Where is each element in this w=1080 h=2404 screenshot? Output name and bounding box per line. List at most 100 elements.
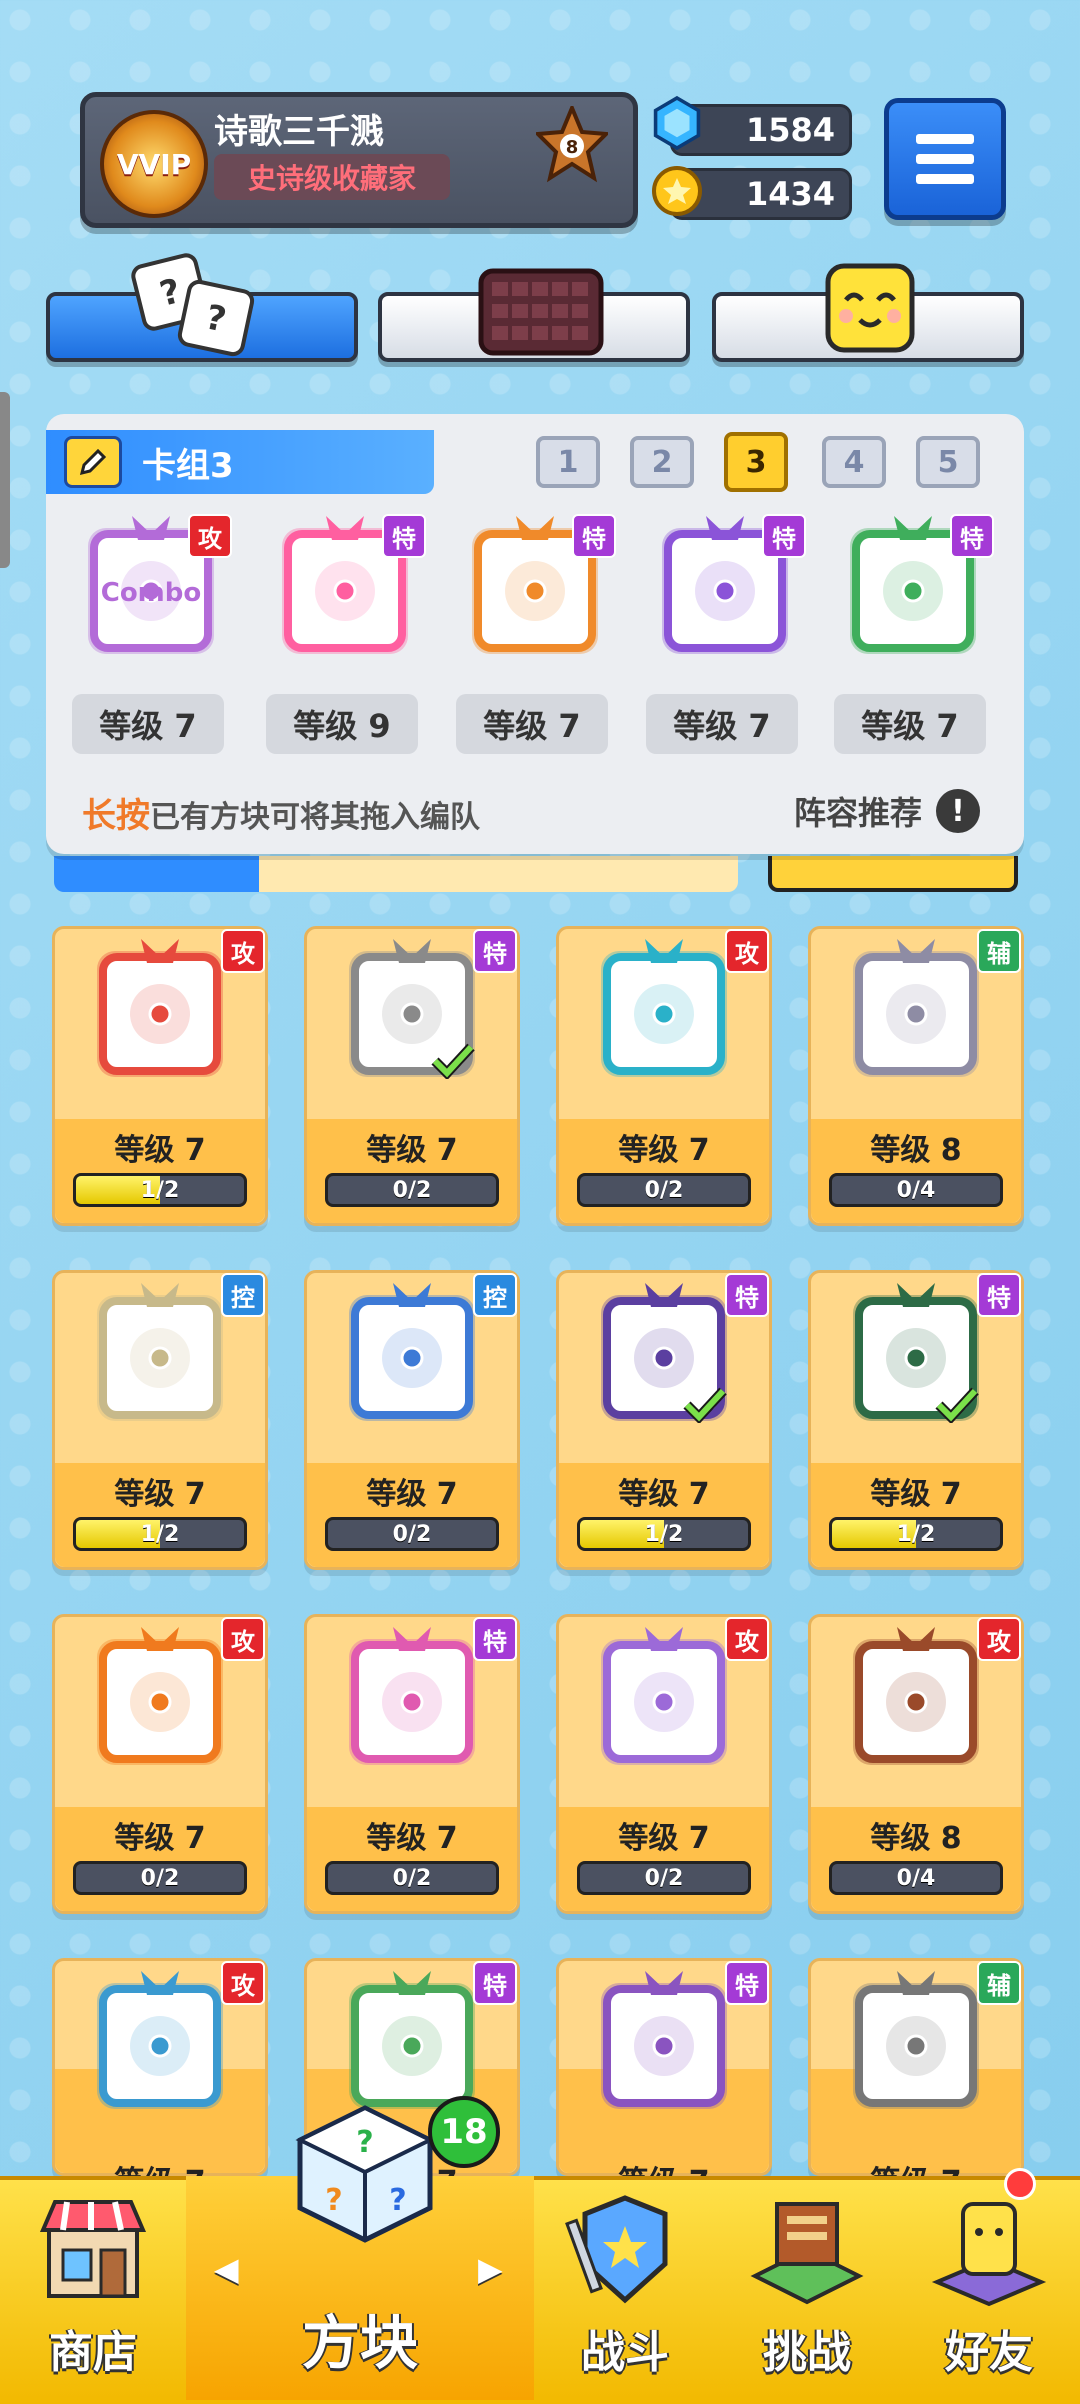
- deck-tab-3[interactable]: 3: [724, 432, 788, 492]
- player-name: 诗歌三千溅: [214, 112, 384, 152]
- block-card[interactable]: 特等级 7 1/2: [556, 1270, 772, 1570]
- upgrade-progress-text: 0/2: [644, 1177, 684, 1203]
- block-dice-icon: [349, 1283, 475, 1421]
- drag-hint-text: 已有方块可将其拖入编队: [150, 800, 480, 835]
- side-drawer-handle[interactable]: [0, 392, 10, 568]
- deck-tab-2[interactable]: 2: [630, 436, 694, 488]
- block-card[interactable]: 辅等级 8 0/4: [808, 926, 1024, 1226]
- coin-icon: [652, 166, 702, 216]
- upgrade-progress-bar: 0/2: [577, 1861, 751, 1895]
- upgrade-progress-bar: 0/4: [829, 1861, 1003, 1895]
- block-type-tag: 特: [725, 1961, 769, 2005]
- block-card[interactable]: 特等级 7: [556, 1958, 772, 2200]
- nav-battle[interactable]: 战斗: [534, 2176, 716, 2400]
- drag-hint-highlight: 长按: [82, 796, 150, 836]
- upgrade-progress-bar: 1/2: [577, 1517, 751, 1551]
- upgrade-progress-text: 0/4: [896, 1865, 936, 1891]
- deck-label[interactable]: 卡组3: [46, 430, 434, 494]
- block-type-tag: 特: [977, 1273, 1021, 1317]
- lineup-recommend-button[interactable]: 阵容推荐 !: [794, 788, 981, 834]
- block-card[interactable]: 攻等级 7 1/2: [52, 926, 268, 1226]
- block-card[interactable]: 攻等级 7 0/2: [52, 1614, 268, 1914]
- block-level: 等级 7: [618, 1477, 710, 1512]
- lineup-recommend-label: 阵容推荐: [794, 794, 923, 832]
- block-level: 等级 7: [366, 1821, 458, 1856]
- block-card[interactable]: 攻等级 7 0/2: [556, 926, 772, 1226]
- block-level: 等级 8: [870, 1133, 962, 1168]
- block-type-tag: 攻: [977, 1617, 1021, 1661]
- block-card[interactable]: 特等级 7 0/2: [304, 1614, 520, 1914]
- upgrade-progress-bar: 1/2: [829, 1517, 1003, 1551]
- nav-friends-label: 好友: [945, 2327, 1033, 2378]
- block-dice-icon: [97, 939, 223, 1077]
- upgrade-progress-text: 0/2: [392, 1177, 432, 1203]
- upgrade-progress-text: 0/2: [392, 1865, 432, 1891]
- block-dice-icon: [853, 1971, 979, 2109]
- dice-logo-text: Combo: [101, 578, 202, 608]
- deck-tab-1[interactable]: 1: [536, 436, 600, 488]
- block-type-tag: 攻: [725, 1617, 769, 1661]
- block-type-tag: 攻: [221, 1617, 265, 1661]
- in-deck-check-icon: [431, 1043, 475, 1079]
- upgrade-progress-text: 1/2: [644, 1521, 684, 1547]
- block-card[interactable]: 攻等级 8 0/4: [808, 1614, 1024, 1914]
- block-level: 等级 7: [618, 1133, 710, 1168]
- svg-text:?: ?: [389, 2183, 406, 2218]
- battle-icon: [565, 2195, 668, 2304]
- deck-tab-4[interactable]: 4: [822, 436, 886, 488]
- nav-prev-arrow[interactable]: ◀: [214, 2250, 239, 2288]
- nav-challenge-label: 挑战: [763, 2327, 851, 2378]
- menu-bar: [916, 154, 974, 164]
- mystery-cube-icon: ? ? ?: [295, 2105, 435, 2243]
- upgrade-progress-text: 1/2: [896, 1521, 936, 1547]
- nav-shop[interactable]: 商店: [0, 2176, 186, 2400]
- block-card[interactable]: 控等级 7 1/2: [52, 1270, 268, 1570]
- block-type-tag: 特: [473, 1961, 517, 2005]
- nav-shop-label: 商店: [49, 2327, 137, 2378]
- block-card[interactable]: 攻等级 7 0/2: [556, 1614, 772, 1914]
- deck-tab-5[interactable]: 5: [916, 436, 980, 488]
- block-type-tag: 攻: [188, 514, 232, 558]
- upgrade-progress-bar: 1/2: [73, 1173, 247, 1207]
- board-icon: [478, 268, 604, 356]
- nav-next-arrow[interactable]: ▶: [478, 2250, 503, 2288]
- block-card[interactable]: 辅等级 7: [808, 1958, 1024, 2200]
- block-card[interactable]: 特等级 7 0/2: [304, 926, 520, 1226]
- block-level: 等级 7: [366, 1477, 458, 1512]
- block-type-tag: 辅: [977, 929, 1021, 973]
- player-title: 史诗级收藏家: [214, 154, 450, 200]
- upgrade-progress-bar: 0/4: [829, 1173, 1003, 1207]
- deck-slot-level: 等级 9: [266, 694, 418, 754]
- gem-icon: [652, 95, 702, 151]
- rank-star-icon: 8: [536, 106, 608, 183]
- nav-blocks-label: 方块: [301, 2309, 418, 2377]
- nav-battle-label: 战斗: [581, 2327, 669, 2378]
- sort-button[interactable]: [768, 856, 1018, 892]
- block-dice-icon: [853, 1627, 979, 1765]
- block-type-tag: 特: [762, 514, 806, 558]
- block-type-tag: 攻: [725, 929, 769, 973]
- main-menu-button[interactable]: [884, 98, 1006, 220]
- block-type-tag: 特: [473, 929, 517, 973]
- block-level: 等级 7: [870, 1477, 962, 1512]
- block-card[interactable]: 攻等级 7: [52, 1958, 268, 2200]
- block-level: 等级 7: [114, 1133, 206, 1168]
- block-card[interactable]: 特等级 7 1/2: [808, 1270, 1024, 1570]
- block-level: 等级 7: [618, 1821, 710, 1856]
- nav-challenge[interactable]: 挑战: [716, 2176, 898, 2400]
- in-deck-check-icon: [683, 1387, 727, 1423]
- block-dice-icon: [601, 939, 727, 1077]
- pencil-icon[interactable]: [64, 436, 122, 488]
- nav-friends[interactable]: 好友: [898, 2176, 1080, 2400]
- block-dice-icon: [97, 1627, 223, 1765]
- block-card[interactable]: 控等级 7 0/2: [304, 1270, 520, 1570]
- smiley-cube-icon: [825, 263, 915, 353]
- block-type-tag: 控: [221, 1273, 265, 1317]
- upgrade-progress-text: 1/2: [140, 1177, 180, 1203]
- friends-notification-dot: [1004, 2168, 1036, 2200]
- deck-slot-level: 等级 7: [646, 694, 798, 754]
- deck-slot-level: 等级 7: [72, 694, 224, 754]
- block-dice-icon: [97, 1971, 223, 2109]
- block-type-tag: 特: [382, 514, 426, 558]
- deck-name: 卡组3: [142, 445, 234, 486]
